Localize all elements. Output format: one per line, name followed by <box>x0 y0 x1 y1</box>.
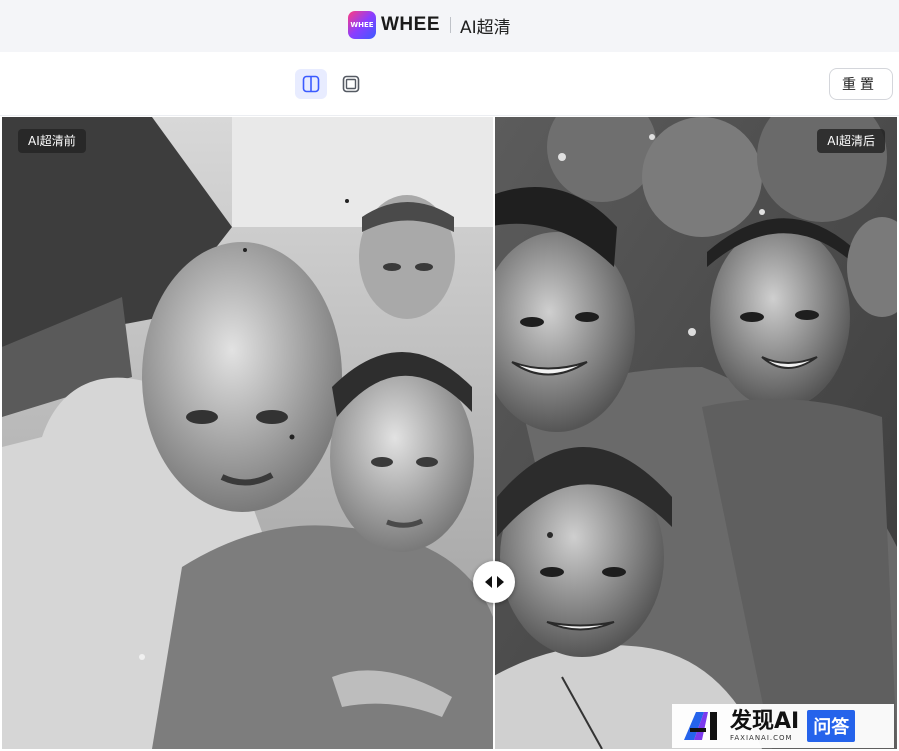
split-view-icon <box>302 75 320 93</box>
single-view-icon <box>342 75 360 93</box>
reset-button[interactable]: 重置 <box>829 68 893 100</box>
right-arrow-icon <box>496 576 504 588</box>
watermark-text: 发现AI FAXIANAI.COM <box>730 708 800 742</box>
top-bar: WHEE WHEE AI超清 <box>0 0 899 52</box>
toolbar: 重置 <box>0 52 899 116</box>
watermark-badge: 问答 <box>807 710 856 742</box>
single-view-button[interactable] <box>335 69 367 99</box>
brand-name: WHEE <box>381 14 440 35</box>
left-arrow-icon <box>484 576 492 588</box>
tool-title: AI超清 <box>460 17 511 38</box>
watermark-sub: FAXIANAI.COM <box>730 733 793 742</box>
split-view-button[interactable] <box>295 69 327 99</box>
watermark-main: 发现AI <box>730 708 800 734</box>
comparison-viewer[interactable]: AI超清前 AI超清后 <box>2 117 897 749</box>
after-label: AI超清后 <box>817 129 885 153</box>
watermark: 发现AI FAXIANAI.COM 问答 <box>672 704 894 748</box>
brand[interactable]: WHEE WHEE AI超清 <box>348 10 511 40</box>
before-label: AI超清前 <box>18 129 86 153</box>
whee-logo-icon: WHEE <box>348 11 376 39</box>
before-image <box>2 117 493 749</box>
comparison-photo <box>2 117 897 749</box>
brand-divider <box>450 17 451 33</box>
faxianai-logo-icon <box>684 712 717 740</box>
after-image <box>493 117 897 749</box>
compare-slider-handle[interactable] <box>473 561 515 603</box>
compare-divider-line[interactable] <box>493 117 495 749</box>
